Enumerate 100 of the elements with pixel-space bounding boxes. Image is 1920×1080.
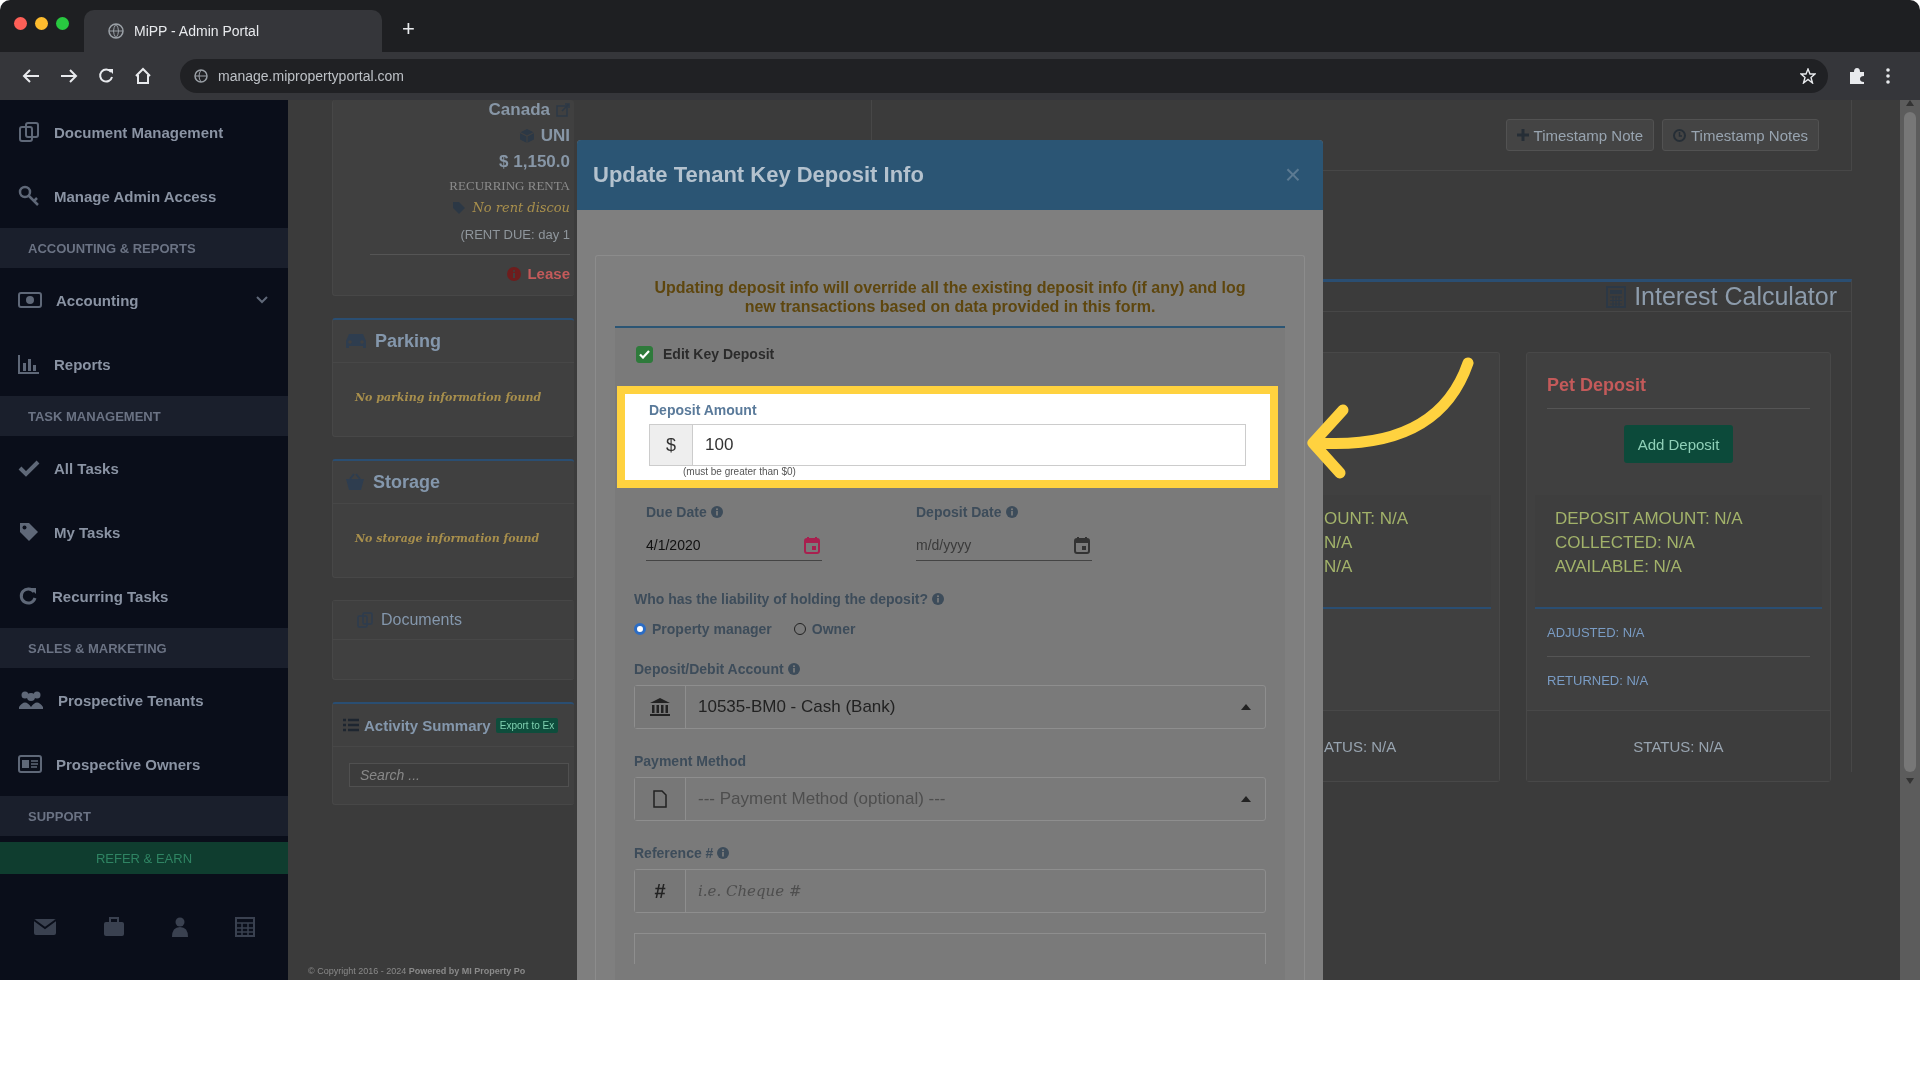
plus-icon (1516, 129, 1529, 141)
back-icon (22, 68, 40, 84)
section-header: TASK MANAGEMENT (0, 396, 288, 436)
sidebar-item[interactable]: Recurring Tasks (0, 564, 288, 628)
bank-icon (650, 698, 670, 716)
sidebar-item[interactable]: Reports (0, 332, 288, 396)
maximize-window-button[interactable] (56, 17, 69, 30)
deposit-info-text: COLLECTED: N/A (1555, 533, 1696, 553)
globe-icon (108, 23, 124, 39)
deposit-info-text: DEPOSIT AMOUNT: N/A (1555, 509, 1744, 529)
documents-icon (18, 121, 40, 143)
empty-message: No parking information found (353, 390, 543, 406)
alert-icon (507, 266, 522, 281)
minimize-window-button[interactable] (35, 17, 48, 30)
deposit-info-text: N/A (1324, 533, 1354, 553)
new-tab-button[interactable]: + (398, 16, 419, 42)
deposit-info-text: AVAILABLE: N/A (1555, 557, 1683, 577)
file-icon (653, 790, 667, 808)
calendar-icon (235, 917, 255, 937)
sidebar-item[interactable]: Prospective Tenants (0, 668, 288, 732)
timestamp-button[interactable]: Timestamp Note (1505, 119, 1654, 151)
people-icon (18, 690, 44, 710)
sidebar-item[interactable]: All Tasks (0, 436, 288, 500)
mail-icon (33, 918, 57, 936)
rent-amount: $ 1,150.0 (499, 152, 570, 172)
hint-text: (must be greater than $0) (682, 466, 797, 478)
info-icon (717, 847, 730, 859)
person-icon (171, 917, 189, 937)
star-icon (1800, 68, 1816, 84)
info-icon (710, 506, 723, 518)
globe-icon (194, 69, 208, 83)
section-header: ACCOUNTING & REPORTS (0, 228, 288, 268)
banknote-icon (18, 291, 42, 309)
status-text: ATUS: N/A (1324, 737, 1397, 755)
address-text: Canada (488, 100, 550, 120)
info-icon (1005, 506, 1018, 518)
caret-icon (1241, 704, 1251, 710)
sidebar-item[interactable]: Accounting (0, 268, 288, 332)
field-label: Deposit Amount (649, 402, 758, 418)
scroll-down-icon (1906, 778, 1914, 784)
bar-chart-icon (18, 354, 40, 374)
scrollbar[interactable] (1900, 100, 1920, 980)
section-title: Activity Summary (364, 716, 491, 734)
field-label: Payment Method (634, 753, 746, 769)
reload-icon (98, 68, 114, 84)
puzzle-icon (1848, 67, 1866, 85)
discount-text: No rent discou (472, 200, 570, 215)
radio-label: Owner (811, 621, 856, 637)
sidebar-item[interactable]: Manage Admin Access (0, 164, 288, 228)
sidebar-item[interactable]: Document Management (0, 100, 288, 164)
close-window-button[interactable] (14, 17, 27, 30)
section-title: Interest Calculator (1634, 282, 1837, 311)
field-label: Deposit/Debit Account (634, 661, 784, 677)
warning-text: Updating deposit info will override all the existing deposit info (if any) and log new transactions based on data provided in this form. (653, 278, 1247, 317)
browser-tab[interactable]: MiPP - Admin Portal (84, 10, 382, 52)
deposit-amount-field[interactable]: 100 (692, 424, 1246, 466)
clock-icon (1673, 128, 1686, 142)
sidebar-item[interactable]: My Tasks (0, 500, 288, 564)
search-field[interactable]: Search ... (349, 763, 569, 787)
checkbox-label: Edit Key Deposit (663, 346, 775, 362)
checkbox[interactable] (636, 345, 653, 363)
timestamp-button[interactable]: Timestamp Notes (1662, 119, 1819, 151)
field-label: Due Date (646, 504, 707, 520)
info-icon (787, 663, 800, 675)
address-bar[interactable]: manage.mipropertyportal.com (180, 59, 1828, 93)
modal-title: Update Tenant Key Deposit Info (593, 162, 924, 188)
field-label: Reference # (634, 845, 714, 861)
calendar-icon (1074, 536, 1090, 554)
tab-title: MiPP - Admin Portal (134, 23, 259, 39)
tag-icon (18, 521, 40, 543)
more-options-icon (1886, 68, 1890, 84)
field-label: Deposit Date (916, 504, 1002, 520)
list-icon (343, 718, 359, 732)
section-header: SUPPORT (0, 796, 288, 836)
export-button[interactable]: Export to Ex (495, 717, 559, 733)
recurring-rental-label: RECURRING RENTA (449, 178, 570, 194)
caret-icon (1241, 796, 1251, 802)
id-card-icon (18, 755, 42, 773)
rent-due-text: (RENT DUE: day 1 (370, 221, 570, 255)
checkmark-icon (639, 349, 650, 359)
key-icon (18, 185, 40, 207)
calendar-icon (804, 536, 820, 554)
copyright-text: © Copyright 2016 - 2024 Powered by MI Property Po (308, 966, 526, 976)
account-dropdown[interactable]: 10535-BM0 - Cash (Bank) (634, 685, 1266, 729)
adjusted-text: ADJUSTED: N/A (1547, 625, 1645, 640)
empty-message: No storage information found (353, 531, 541, 547)
deposit-info-text: OUNT: N/A (1324, 509, 1410, 529)
question-text: Who has the liability of holding the deposit? (634, 591, 928, 607)
status-text: STATUS: N/A (1633, 737, 1724, 755)
currency-prefix: $ (649, 424, 692, 466)
sidebar-item[interactable]: Prospective Owners (0, 732, 288, 796)
section-header: SALES & MARKETING (0, 628, 288, 668)
home-icon (134, 67, 152, 85)
date-field[interactable]: 4/1/2020 (646, 530, 822, 561)
forward-icon (60, 68, 78, 84)
card-title: Pet Deposit (1547, 375, 1647, 396)
add-deposit-button[interactable]: Add Deposit (1623, 425, 1734, 463)
deposit-info-text: N/A (1324, 557, 1354, 577)
radio-button[interactable] (634, 623, 646, 635)
info-icon (932, 593, 944, 605)
